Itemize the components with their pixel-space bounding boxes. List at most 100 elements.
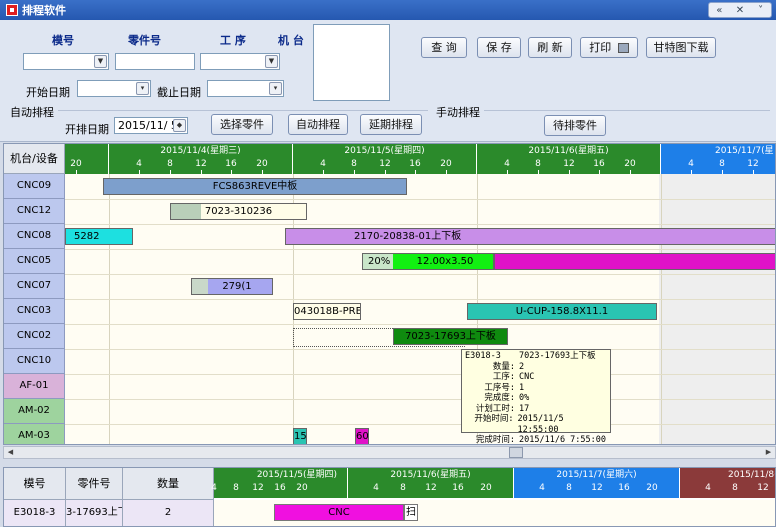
row-line: [65, 374, 775, 375]
machine-row-label[interactable]: CNC10: [4, 349, 65, 374]
gantt-chart: 机台/设备 20 2015/11/4(星期三) 4 8 12 16 20 201…: [3, 143, 776, 445]
task-bar[interactable]: 60: [355, 428, 369, 444]
process-select[interactable]: ▼: [200, 53, 280, 70]
chevron-down-icon[interactable]: ˅: [754, 5, 768, 16]
refresh-button[interactable]: 刷 新: [528, 37, 572, 58]
tooltip-key: 数量:: [492, 361, 515, 372]
tooltip-value: 2015/11/5 12:55:00: [517, 414, 564, 435]
tick-label: 16: [593, 159, 605, 169]
timeline-hour-ticks: 4 8 12 16 20: [348, 483, 514, 498]
delay-schedule-button[interactable]: 延期排程: [360, 114, 422, 135]
task-bar-label: CNC: [328, 507, 350, 518]
chevron-down-icon[interactable]: ▼: [265, 55, 278, 68]
gantt-plot-area: FCS863REVE中板 7023-310236 5282 2170-20838…: [65, 174, 775, 444]
tick-label: 4: [373, 483, 379, 493]
app-icon: [6, 4, 18, 16]
column-header-quantity[interactable]: 数量: [123, 468, 214, 500]
start-date-input[interactable]: ▾: [77, 80, 151, 97]
scroll-thumb[interactable]: [509, 447, 523, 458]
tooltip-value: CNC: [519, 372, 535, 382]
cell-quantity[interactable]: 2: [123, 500, 214, 526]
machine-row-label[interactable]: CNC05: [4, 249, 65, 274]
pending-task-bar[interactable]: CNC: [274, 504, 404, 521]
task-bar[interactable]: 7023-17693上下板: [393, 328, 508, 345]
tick-label: 20: [256, 159, 268, 169]
pending-parts-button[interactable]: 待排零件: [544, 115, 606, 136]
tick-label: 20: [624, 159, 636, 169]
task-bar[interactable]: 158: [293, 428, 307, 444]
task-bar-label: 7023-310236: [204, 206, 273, 217]
chevron-down-icon[interactable]: ▼: [94, 55, 107, 68]
auto-schedule-button[interactable]: 自动排程: [288, 114, 348, 135]
query-button[interactable]: 查 询: [421, 37, 467, 58]
row-line: [65, 299, 775, 300]
task-bar[interactable]: 20% 12.00x3.50: [362, 253, 494, 270]
tick-label: 8: [719, 159, 725, 169]
task-bar[interactable]: 043018B-PRELIM: [293, 303, 361, 320]
spinner-icon[interactable]: ◆: [173, 119, 186, 132]
cell-part[interactable]: 3-17693上下: [66, 500, 123, 526]
process-label: 工 序: [220, 34, 246, 47]
print-button[interactable]: 打印: [580, 37, 638, 58]
task-tooltip: E3018-3 7023-17693上下板 数量: 2 工序: CNC 工序号: 1 …: [461, 349, 611, 445]
machine-row-label[interactable]: CNC03: [4, 299, 65, 324]
tooltip-row: 开始时间: 2015/11/5 12:55:00: [465, 414, 607, 435]
model-select[interactable]: ▼: [23, 53, 109, 70]
machine-row-label[interactable]: CNC02: [4, 324, 65, 349]
task-bar[interactable]: 279(1: [191, 278, 273, 295]
task-bar[interactable]: 7023-310236: [170, 203, 307, 220]
task-bar-label: 60: [356, 431, 369, 442]
gantt-download-button[interactable]: 甘特图下载: [646, 37, 716, 58]
select-parts-button[interactable]: 选择零件: [211, 114, 273, 135]
collapse-icon[interactable]: «: [712, 5, 726, 16]
tooltip-row: 完成度: 0%: [465, 393, 607, 404]
tooltip-key: 计划工时:: [475, 403, 515, 414]
task-bar[interactable]: 5282: [65, 228, 133, 245]
row-line: [65, 224, 775, 225]
schedule-date-input[interactable]: 2015/11/ 5 ◆: [114, 117, 188, 134]
row-line: [65, 349, 775, 350]
tooltip-header: E3018-3 7023-17693上下板: [465, 351, 607, 362]
machine-row-label[interactable]: CNC12: [4, 199, 65, 224]
machine-row-label[interactable]: CNC09: [4, 174, 65, 199]
tick-label: 8: [732, 483, 738, 493]
task-bar[interactable]: [494, 253, 775, 270]
timeline-hour-ticks: 20: [65, 159, 109, 174]
scroll-right-icon[interactable]: ▶: [762, 447, 775, 458]
tick-label: 20: [480, 483, 492, 493]
task-bar[interactable]: 2170-20838-01上下板: [285, 228, 775, 245]
tick-label: 8: [535, 159, 541, 169]
pending-task-bar-tail[interactable]: 扫: [404, 504, 418, 521]
column-header-part[interactable]: 零件号: [66, 468, 123, 500]
task-bar-label: 043018B-PRELIM: [294, 306, 360, 317]
close-icon[interactable]: ✕: [733, 5, 747, 16]
machine-row-label[interactable]: CNC08: [4, 224, 65, 249]
task-bar[interactable]: U-CUP-158.8X11.1: [467, 303, 657, 320]
part-input[interactable]: [115, 53, 195, 70]
task-progress-fill: [192, 279, 208, 294]
task-bar-label: 2170-20838-01上下板: [354, 231, 462, 242]
tooltip-key: 完成度:: [484, 393, 515, 403]
tick-label: 8: [566, 483, 572, 493]
machine-row-label[interactable]: AM-03: [4, 424, 65, 444]
tooltip-value: 17: [519, 403, 530, 414]
timeline-hour-ticks: 4 8 12 16 20: [477, 159, 661, 174]
cell-model[interactable]: E3018-3: [4, 500, 66, 526]
tick-label: 12: [425, 483, 437, 493]
scroll-left-icon[interactable]: ◀: [4, 447, 17, 458]
gantt-horizontal-scrollbar[interactable]: ◀ ▶: [3, 446, 776, 459]
title-bar: 排程软件 « ✕ ˅: [0, 0, 776, 20]
machine-row-label[interactable]: AM-02: [4, 399, 65, 424]
task-bar-label: 12.00x3.50: [416, 256, 474, 267]
machine-row-label[interactable]: CNC07: [4, 274, 65, 299]
column-header-model[interactable]: 模号: [4, 468, 66, 500]
task-bar[interactable]: FCS863REVE中板: [103, 178, 407, 195]
end-date-label: 截止日期: [157, 86, 201, 99]
machine-row-label[interactable]: AF-01: [4, 374, 65, 399]
calendar-icon[interactable]: ▾: [269, 82, 282, 95]
task-bar-label: 158: [294, 431, 307, 442]
timeline-hour-ticks: 4 8 12 16 20: [293, 159, 477, 174]
save-button[interactable]: 保 存: [477, 37, 521, 58]
end-date-input[interactable]: ▾: [207, 80, 284, 97]
calendar-icon[interactable]: ▾: [136, 82, 149, 95]
